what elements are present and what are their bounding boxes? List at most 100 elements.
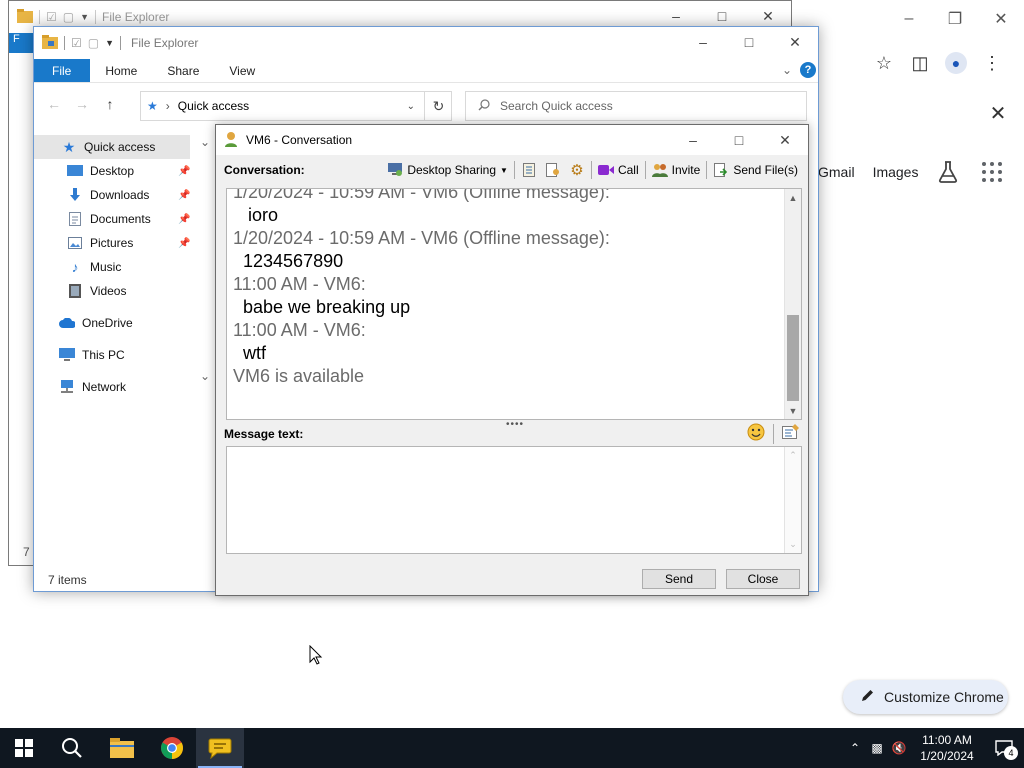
pictures-icon — [66, 235, 84, 251]
scroll-down-icon[interactable]: ⌄ — [785, 536, 801, 553]
taskbar-search-button[interactable] — [48, 728, 96, 768]
properties-icon[interactable]: ☑ — [71, 36, 82, 50]
call-button[interactable]: Call — [596, 159, 641, 181]
tab-share[interactable]: Share — [152, 59, 214, 82]
folder-icon — [17, 8, 33, 26]
back-arrow-icon[interactable]: ← — [40, 96, 68, 112]
explorer-title: File Explorer — [131, 36, 199, 50]
search-box[interactable]: Search Quick access — [465, 91, 807, 121]
sidebar-item-quick-access[interactable]: ★ Quick access — [34, 135, 190, 159]
chevron-down-icon[interactable]: ⌄ — [200, 369, 210, 383]
address-dropdown-icon[interactable]: ⌄ — [407, 101, 415, 112]
volume-muted-icon[interactable]: 🔇 — [888, 741, 910, 755]
sidebar-item-network[interactable]: Network — [34, 375, 216, 399]
close-button[interactable]: Close — [726, 569, 800, 589]
taskbar-chrome[interactable] — [148, 728, 196, 768]
desktop-sharing-label: Desktop Sharing — [407, 163, 497, 177]
close-icon[interactable]: ✕ — [762, 125, 808, 155]
sidebar-item-videos[interactable]: Videos — [34, 279, 216, 303]
chevron-up-icon[interactable]: ⌃ — [844, 741, 866, 755]
sidebar-item-desktop[interactable]: Desktop 📌 — [34, 159, 216, 183]
banner-close-icon[interactable]: ✕ — [986, 101, 1010, 126]
action-center-button[interactable]: 4 — [984, 728, 1024, 768]
search-placeholder: Search Quick access — [500, 99, 613, 113]
profile-avatar-icon[interactable]: ● — [945, 52, 967, 74]
sidebar-item-pictures[interactable]: Pictures 📌 — [34, 231, 216, 255]
images-link[interactable]: Images — [873, 164, 919, 180]
sidebar-item-label: This PC — [82, 348, 125, 362]
up-arrow-icon[interactable]: ↑ — [96, 96, 124, 112]
scroll-down-icon[interactable]: ▼ — [785, 402, 801, 419]
taskbar-messenger[interactable] — [196, 728, 244, 768]
sidebar-item-music[interactable]: ♪ Music — [34, 255, 216, 279]
conversation-history[interactable]: 1/20/2024 - 10:59 AM - VM6 (Offline mess… — [226, 188, 802, 420]
chrome-logo-icon — [161, 737, 183, 759]
message-input[interactable]: ⌃ ⌄ — [226, 446, 802, 554]
bookmark-star-icon[interactable]: ☆ — [866, 50, 902, 76]
conversation-window: VM6 - Conversation – □ ✕ Conversation: D… — [215, 124, 809, 596]
minimize-icon[interactable]: – — [670, 125, 716, 155]
navigation-bar: ← → ↑ ★ › Quick access ⌄ ↻ Search Quick … — [34, 83, 818, 125]
customize-chrome-button[interactable]: Customize Chrome — [843, 680, 1008, 714]
new-folder-icon[interactable]: ▢ — [88, 36, 99, 50]
restore-icon[interactable]: ❐ — [932, 6, 978, 32]
scroll-up-icon[interactable]: ▲ — [785, 189, 801, 206]
sidebar-item-onedrive[interactable]: OneDrive — [34, 311, 216, 335]
minimize-icon[interactable]: – — [886, 6, 932, 32]
history-log-icon — [521, 162, 537, 178]
side-panel-icon[interactable]: ◫ — [902, 50, 938, 76]
labs-flask-icon[interactable] — [936, 160, 960, 184]
tab-file[interactable]: File — [34, 59, 91, 82]
chrome-window-controls: – ❐ ✕ — [886, 6, 1024, 32]
scrollbar-thumb[interactable] — [787, 315, 799, 401]
maximize-icon[interactable]: □ — [726, 27, 772, 57]
desktop-sharing-button[interactable]: Desktop Sharing ▼ — [385, 159, 510, 181]
refresh-icon[interactable]: ↻ — [424, 91, 452, 121]
folder-icon — [42, 34, 58, 52]
chrome-toolbar: ☆ ◫ ● ⋮ — [866, 50, 1010, 76]
contacts-file-button[interactable] — [543, 159, 563, 181]
scroll-up-icon[interactable]: ⌃ — [785, 447, 801, 464]
maximize-icon[interactable]: □ — [716, 125, 762, 155]
address-bar[interactable]: ★ › Quick access ⌄ — [140, 91, 452, 121]
send-button[interactable]: Send — [642, 569, 716, 589]
sidebar-item-label: Quick access — [84, 140, 156, 154]
clock-time: 11:00 AM — [922, 733, 972, 747]
tab-view[interactable]: View — [214, 59, 270, 82]
sidebar-item-this-pc[interactable]: This PC — [34, 343, 216, 367]
clock[interactable]: 11:00 AM 1/20/2024 — [910, 732, 984, 764]
send-files-button[interactable]: Send File(s) — [711, 159, 800, 181]
tab-home[interactable]: Home — [90, 59, 152, 82]
taskbar-file-explorer[interactable] — [98, 728, 146, 768]
customize-toolbar-icon[interactable]: ▼ — [105, 38, 114, 48]
message-text: 1234567890 — [243, 251, 344, 271]
chevron-down-icon[interactable]: ⌄ — [200, 135, 210, 149]
message-header: 11:00 AM - VM6: — [233, 320, 366, 340]
history-log-button[interactable] — [519, 159, 539, 181]
apps-grid-icon[interactable] — [982, 162, 1003, 182]
pin-icon: 📌 — [178, 165, 191, 177]
history-content: 1/20/2024 - 10:59 AM - VM6 (Offline mess… — [233, 189, 779, 388]
close-icon[interactable]: ✕ — [978, 6, 1024, 32]
forward-arrow-icon[interactable]: → — [68, 96, 96, 112]
sidebar-item-documents[interactable]: Documents 📌 — [34, 207, 216, 231]
history-scrollbar[interactable]: ▲ ▼ — [784, 189, 801, 419]
emoticon-smiley-icon[interactable] — [747, 423, 765, 444]
sidebar-item-downloads[interactable]: Downloads 📌 — [34, 183, 216, 207]
message-scrollbar[interactable]: ⌃ ⌄ — [784, 447, 801, 553]
gmail-link[interactable]: Gmail — [818, 164, 855, 180]
close-icon[interactable]: ✕ — [772, 27, 818, 57]
back-file-tab[interactable]: F — [9, 33, 35, 53]
conversation-toolbar: Conversation: Desktop Sharing ▼ ⚙ Call I… — [216, 155, 808, 185]
pane-splitter-handle[interactable]: •••• — [506, 419, 524, 430]
minimize-icon[interactable]: – — [680, 27, 726, 57]
invite-button[interactable]: Invite — [650, 159, 703, 181]
start-button[interactable] — [0, 728, 48, 768]
windows-logo-icon — [15, 739, 33, 757]
network-status-icon[interactable]: ▩ — [866, 741, 888, 755]
help-icon[interactable]: ? — [800, 62, 816, 78]
settings-gear-button[interactable]: ⚙ — [567, 159, 587, 181]
more-menu-icon[interactable]: ⋮ — [974, 50, 1010, 76]
font-format-icon[interactable] — [782, 424, 800, 443]
expand-ribbon-icon[interactable]: ⌄ — [782, 63, 792, 77]
